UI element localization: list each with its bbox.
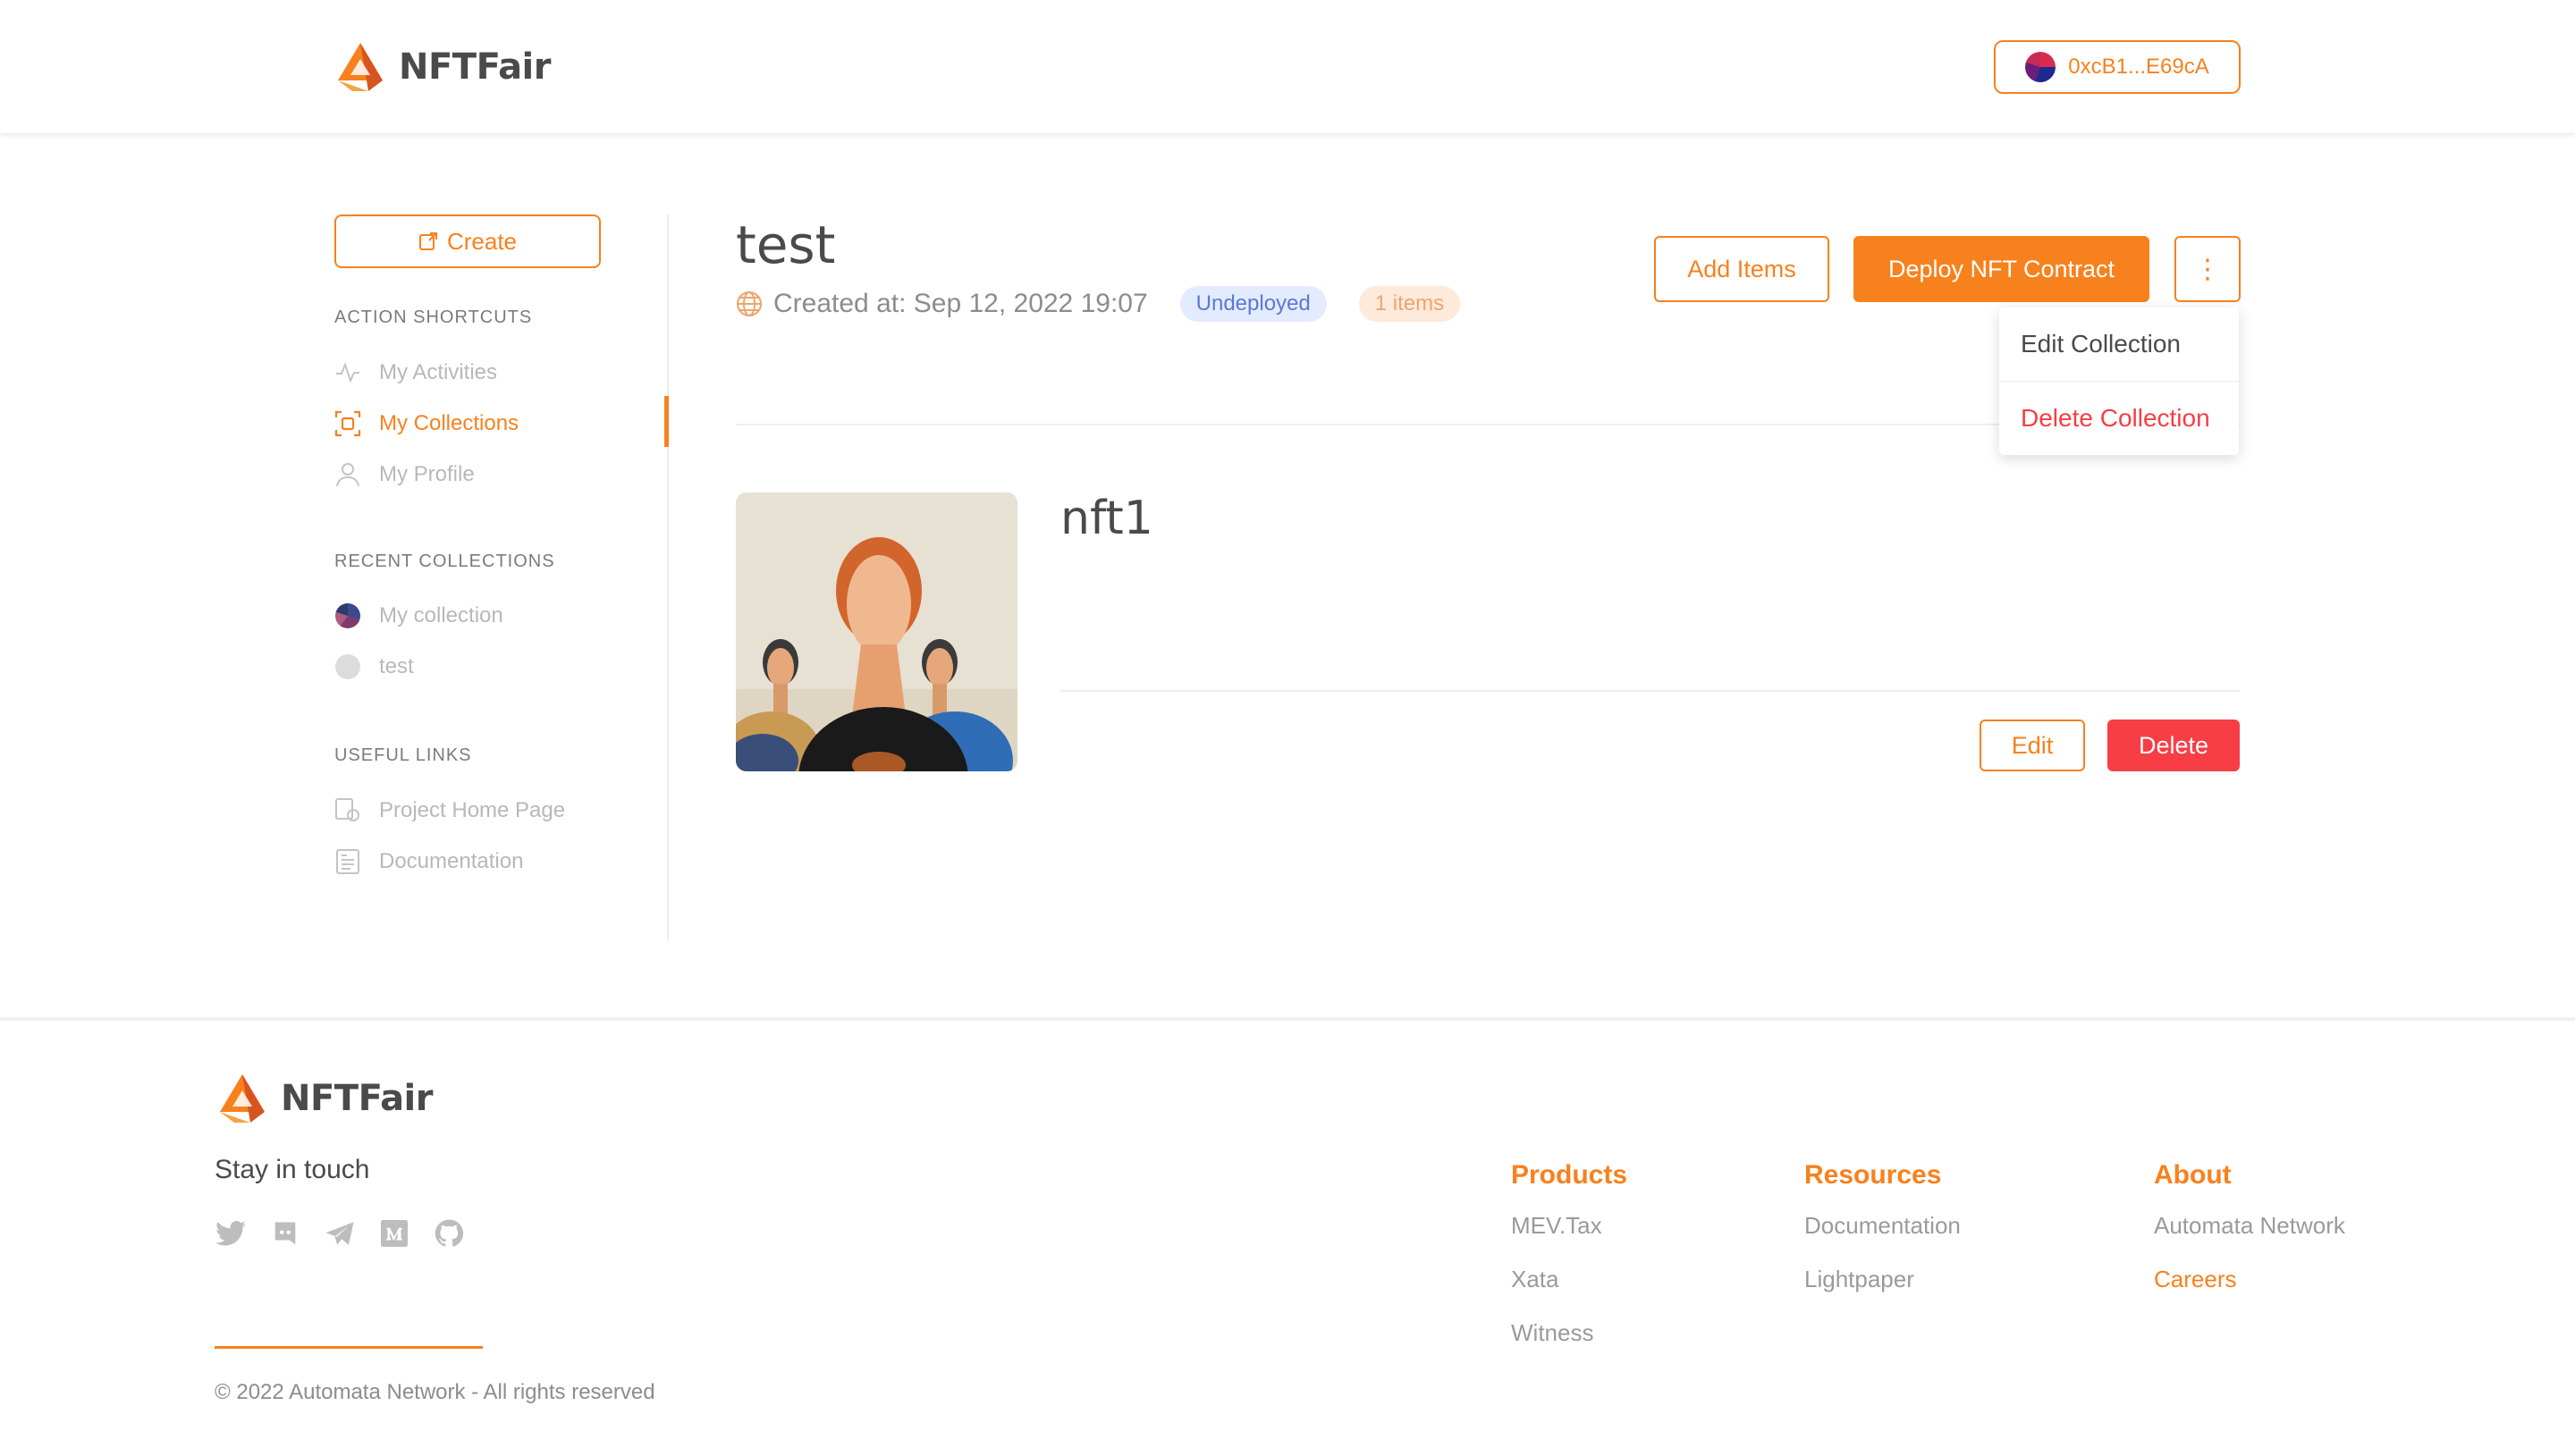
delete-collection-menu-item[interactable]: Delete Collection xyxy=(1999,381,2239,454)
items-count-badge: 1 items xyxy=(1358,286,1461,322)
sidebar-item-my-profile[interactable]: My Profile xyxy=(334,457,475,492)
stay-in-touch: Stay in touch xyxy=(215,1155,370,1184)
more-options-button[interactable]: ⋮ xyxy=(2174,236,2241,302)
nft-name: nft1 xyxy=(1060,492,1153,545)
footer-link[interactable]: Witness xyxy=(1511,1319,1627,1373)
delete-nft-button[interactable]: Delete xyxy=(2107,720,2240,771)
sidebar-active-indicator xyxy=(664,396,669,447)
nftfair-logo-icon xyxy=(220,1074,265,1123)
footer-column-products: Products MEV.Tax Xata Witness xyxy=(1511,1160,1627,1373)
nft-divider xyxy=(1060,690,2240,692)
edit-collection-menu-item[interactable]: Edit Collection xyxy=(1999,307,2239,381)
link-label: Project Home Page xyxy=(379,798,566,822)
create-icon xyxy=(418,232,437,250)
nftfair-logo-icon xyxy=(338,43,383,91)
add-items-button[interactable]: Add Items xyxy=(1654,236,1829,302)
footer-link[interactable]: Automata Network xyxy=(2154,1212,2345,1266)
footer-column-title: Resources xyxy=(1804,1160,1942,1190)
activity-icon xyxy=(334,359,361,386)
collection-meta: Created at: Sep 12, 2022 19:07 Undeploye… xyxy=(736,286,1461,322)
sidebar-item-label: My Collections xyxy=(379,411,519,435)
brand-name: NFTFair xyxy=(281,1078,434,1119)
status-badge: Undeployed xyxy=(1179,286,1327,322)
created-at: Created at: Sep 12, 2022 19:07 xyxy=(773,289,1148,318)
recent-collection-label: My collection xyxy=(379,603,503,627)
nft-thumbnail[interactable] xyxy=(736,492,1017,771)
telegram-icon[interactable] xyxy=(324,1217,356,1250)
sidebar-item-label: My Activities xyxy=(379,360,498,384)
recent-collection-label: test xyxy=(379,654,414,678)
deploy-nft-contract-button[interactable]: Deploy NFT Contract xyxy=(1853,236,2149,302)
github-icon[interactable] xyxy=(433,1217,465,1250)
globe-icon xyxy=(737,291,762,316)
collection-title: test xyxy=(736,215,836,275)
user-icon xyxy=(334,461,361,488)
create-label: Create xyxy=(446,227,518,255)
footer-column-title: About xyxy=(2154,1160,2232,1190)
collection-avatar xyxy=(334,653,361,680)
footer-link[interactable]: Careers xyxy=(2154,1266,2345,1319)
discord-icon[interactable] xyxy=(269,1217,301,1250)
recent-collection-item[interactable]: test xyxy=(334,649,414,685)
action-shortcuts-title: ACTION SHORTCUTS xyxy=(334,307,533,327)
documentation-icon xyxy=(334,848,361,875)
home-page-icon xyxy=(334,797,361,824)
edit-nft-button[interactable]: Edit xyxy=(1980,720,2085,771)
footer-link[interactable]: Lightpaper xyxy=(1804,1266,1961,1319)
link-project-home-page[interactable]: Project Home Page xyxy=(334,793,565,829)
copyright: © 2022 Automata Network - All rights res… xyxy=(215,1380,655,1404)
footer-link[interactable]: MEV.Tax xyxy=(1511,1212,1627,1266)
social-links xyxy=(215,1217,487,1250)
sidebar-divider xyxy=(667,215,669,940)
brand-name: NFTFair xyxy=(399,46,552,88)
wallet-avatar xyxy=(2025,52,2056,82)
footer-column-resources: Resources Documentation Lightpaper xyxy=(1804,1160,1961,1319)
wallet-address: 0xcB1...E69cA xyxy=(2068,55,2209,79)
footer-divider xyxy=(0,1017,2575,1021)
useful-links-title: USEFUL LINKS xyxy=(334,745,472,765)
wallet-button[interactable]: 0xcB1...E69cA xyxy=(1994,40,2241,94)
recent-collection-item[interactable]: My collection xyxy=(334,598,503,634)
twitter-icon[interactable] xyxy=(215,1217,247,1250)
recent-collections-title: RECENT COLLECTIONS xyxy=(334,551,555,571)
footer-column-about: About Automata Network Careers xyxy=(2154,1160,2345,1319)
collections-icon xyxy=(334,410,361,437)
create-button[interactable]: Create xyxy=(334,215,601,268)
footer-column-title: Products xyxy=(1511,1160,1628,1190)
link-documentation[interactable]: Documentation xyxy=(334,844,523,879)
brand-logo[interactable]: NFTFair xyxy=(333,39,552,95)
sidebar-item-my-activities[interactable]: My Activities xyxy=(334,355,497,391)
medium-icon[interactable] xyxy=(378,1217,410,1250)
top-header: NFTFair 0xcB1...E69cA xyxy=(0,0,2575,134)
sidebar-item-my-collections[interactable]: My Collections xyxy=(334,406,519,442)
sidebar-item-label: My Profile xyxy=(379,462,475,486)
collection-avatar xyxy=(334,602,361,629)
footer-logo[interactable]: NFTFair xyxy=(215,1071,434,1126)
link-label: Documentation xyxy=(379,849,524,873)
footer-link[interactable]: Xata xyxy=(1511,1266,1627,1319)
collection-options-menu: Edit Collection Delete Collection xyxy=(1999,307,2239,455)
footer-accent-line xyxy=(215,1346,483,1349)
footer-link[interactable]: Documentation xyxy=(1804,1212,1961,1266)
